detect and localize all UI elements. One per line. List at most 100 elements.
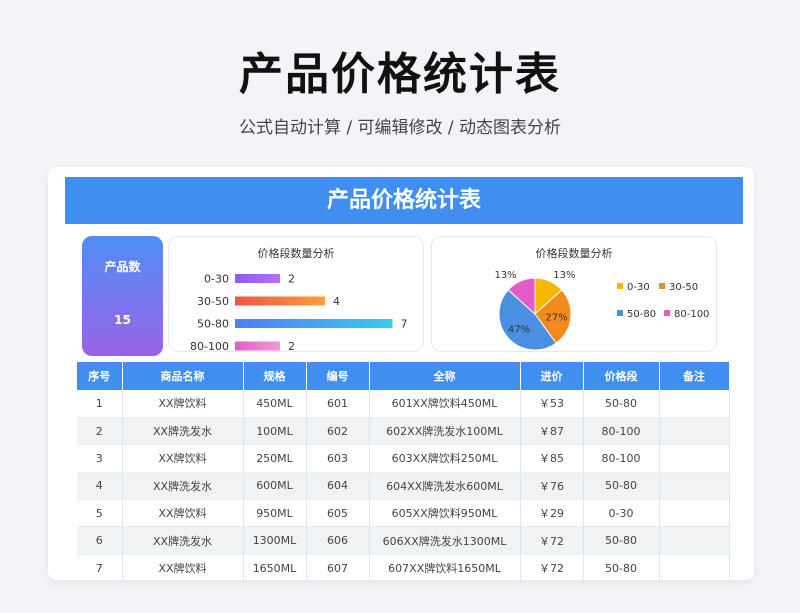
table-cell: ￥87 xyxy=(520,417,584,446)
price-table-wrap: 序号 商品名称 规格 编号 全称 进价 价格段 备注 1 XX牌饮料 450ML 601 601XX牌… xyxy=(77,362,730,580)
bar-category-label: 0-30 xyxy=(204,273,229,286)
table-cell: 1300ML xyxy=(243,526,307,555)
table-cell: XX牌饮料 xyxy=(122,444,244,473)
pie-chart-panel: 价格段数量分析 13% 27% 47% 13% 0-30 30-50 50-80 80-100 xyxy=(431,236,717,352)
table-cell: 50-80 xyxy=(583,554,660,580)
column-header: 全称 xyxy=(369,362,521,390)
table-cell: 606 xyxy=(306,526,370,555)
table-header-row: 序号 商品名称 规格 编号 全称 进价 价格段 备注 xyxy=(77,362,730,390)
pie-percent-label: 13% xyxy=(553,270,575,281)
column-header: 价格段 xyxy=(583,362,660,390)
table-cell: XX牌饮料 xyxy=(122,390,244,418)
bar-0-30 xyxy=(235,274,280,283)
table-cell: 50-80 xyxy=(583,472,660,501)
price-table: 序号 商品名称 规格 编号 全称 进价 价格段 备注 1 XX牌饮料 450ML 601 601XX牌… xyxy=(77,362,730,580)
table-row[interactable]: 2 XX牌洗发水 100ML 602 602XX牌洗发水100ML ￥87 80-100 xyxy=(77,417,730,446)
column-header: 编号 xyxy=(306,362,370,390)
bar-50-80 xyxy=(235,319,393,328)
bar-category-label: 80-100 xyxy=(190,340,229,353)
table-cell: 601 xyxy=(306,390,370,418)
bar-chart-panel: 价格段数量分析 0-30 2 30-50 4 50-80 7 80-100 2 xyxy=(168,236,424,354)
product-count-value: 15 xyxy=(114,313,131,327)
table-row[interactable]: 6 XX牌洗发水 1300ML 606 606XX牌洗发水1300ML ￥72 50-80 xyxy=(77,526,730,555)
legend-swatch xyxy=(617,310,623,316)
legend-swatch xyxy=(617,283,623,289)
table-cell: 603XX牌饮料250ML xyxy=(369,444,521,473)
table-cell: 250ML xyxy=(243,444,307,473)
report-card: 产品价格统计表 产品数 15 价格段数量分析 0-30 2 30-50 4 50-80 7… xyxy=(48,167,754,580)
bar-category-label: 30-50 xyxy=(197,295,229,308)
pie-chart: 13% 27% 47% 13% 0-30 30-50 50-80 80-100 xyxy=(494,270,709,351)
table-cell xyxy=(659,390,730,418)
table-cell: 100ML xyxy=(243,417,307,446)
column-header: 商品名称 xyxy=(122,362,244,390)
bar-value-label: 2 xyxy=(288,340,295,353)
table-cell: 604 xyxy=(306,472,370,501)
legend-label: 0-30 xyxy=(627,282,650,293)
table-row[interactable]: 4 XX牌洗发水 600ML 604 604XX牌洗发水600ML ￥76 50-80 xyxy=(77,472,730,501)
table-cell: 603 xyxy=(306,444,370,473)
table-cell: XX牌洗发水 xyxy=(122,472,244,501)
table-row[interactable]: 3 XX牌饮料 250ML 603 603XX牌饮料250ML ￥85 80-100 xyxy=(77,444,730,473)
table-row[interactable]: 5 XX牌饮料 950ML 605 605XX牌饮料950ML ￥29 0-30 xyxy=(77,499,730,528)
bar-value-label: 4 xyxy=(333,295,340,308)
table-cell: 80-100 xyxy=(583,417,660,446)
table-cell: 450ML xyxy=(243,390,307,418)
table-cell xyxy=(659,417,730,446)
bar-value-label: 7 xyxy=(401,318,408,331)
legend-label: 30-50 xyxy=(669,282,698,293)
page-subtitle: 公式自动计算 / 可编辑修改 / 动态图表分析 xyxy=(238,118,562,138)
pie-percent-label: 13% xyxy=(494,270,516,281)
table-cell: 3 xyxy=(77,444,123,473)
bar-30-50 xyxy=(235,296,325,306)
table-row[interactable]: 1 XX牌饮料 450ML 601 601XX牌饮料450ML ￥53 50-80 xyxy=(77,390,730,418)
card-banner-title: 产品价格统计表 xyxy=(65,177,743,224)
table-cell: XX牌洗发水 xyxy=(122,526,244,555)
legend-label: 80-100 xyxy=(674,309,709,320)
table-cell: 7 xyxy=(77,554,123,580)
table-cell: 50-80 xyxy=(583,526,660,555)
table-cell: ￥29 xyxy=(520,499,584,528)
bar-value-label: 2 xyxy=(288,273,295,286)
product-count-label: 产品数 xyxy=(104,260,141,274)
table-cell: XX牌饮料 xyxy=(122,499,244,528)
table-cell: ￥53 xyxy=(520,390,584,418)
pie-percent-label: 27% xyxy=(545,312,567,323)
table-cell: 950ML xyxy=(243,499,307,528)
table-cell: 605 xyxy=(306,499,370,528)
table-cell: 604XX牌洗发水600ML xyxy=(369,472,521,501)
table-cell: 1 xyxy=(77,390,123,418)
legend-label: 50-80 xyxy=(627,309,656,320)
table-cell: ￥72 xyxy=(520,526,584,555)
table-cell: 2 xyxy=(77,417,123,446)
table-cell: XX牌饮料 xyxy=(122,554,244,580)
table-cell: 80-100 xyxy=(583,444,660,473)
column-header: 序号 xyxy=(77,362,123,390)
table-cell: 5 xyxy=(77,499,123,528)
table-cell: 0-30 xyxy=(583,499,660,528)
table-cell xyxy=(659,499,730,528)
table-cell xyxy=(659,526,730,555)
table-cell: XX牌洗发水 xyxy=(122,417,244,446)
table-cell: 602XX牌洗发水100ML xyxy=(369,417,521,446)
table-cell: 4 xyxy=(77,472,123,501)
table-cell: 606XX牌洗发水1300ML xyxy=(369,526,521,555)
table-row[interactable]: 7 XX牌饮料 1650ML 607 607XX牌饮料1650ML ￥72 50-80 xyxy=(77,554,730,580)
table-cell: ￥72 xyxy=(520,554,584,580)
product-count-box: 产品数 15 xyxy=(82,236,163,356)
table-cell: 607XX牌饮料1650ML xyxy=(369,554,521,580)
bar-category-label: 50-80 xyxy=(197,318,229,331)
table-cell: 607 xyxy=(306,554,370,580)
legend-swatch xyxy=(659,283,665,289)
table-cell: 605XX牌饮料950ML xyxy=(369,499,521,528)
table-cell: 50-80 xyxy=(583,390,660,418)
table-cell: 601XX牌饮料450ML xyxy=(369,390,521,418)
table-cell xyxy=(659,444,730,473)
table-cell: ￥76 xyxy=(520,472,584,501)
column-header: 备注 xyxy=(659,362,730,390)
table-cell: 6 xyxy=(77,526,123,555)
page-title: 产品价格统计表 xyxy=(239,49,561,100)
table-cell xyxy=(659,472,730,501)
legend-swatch xyxy=(664,310,670,316)
bar-chart: 0-30 2 30-50 4 50-80 7 80-100 2 xyxy=(190,273,408,354)
